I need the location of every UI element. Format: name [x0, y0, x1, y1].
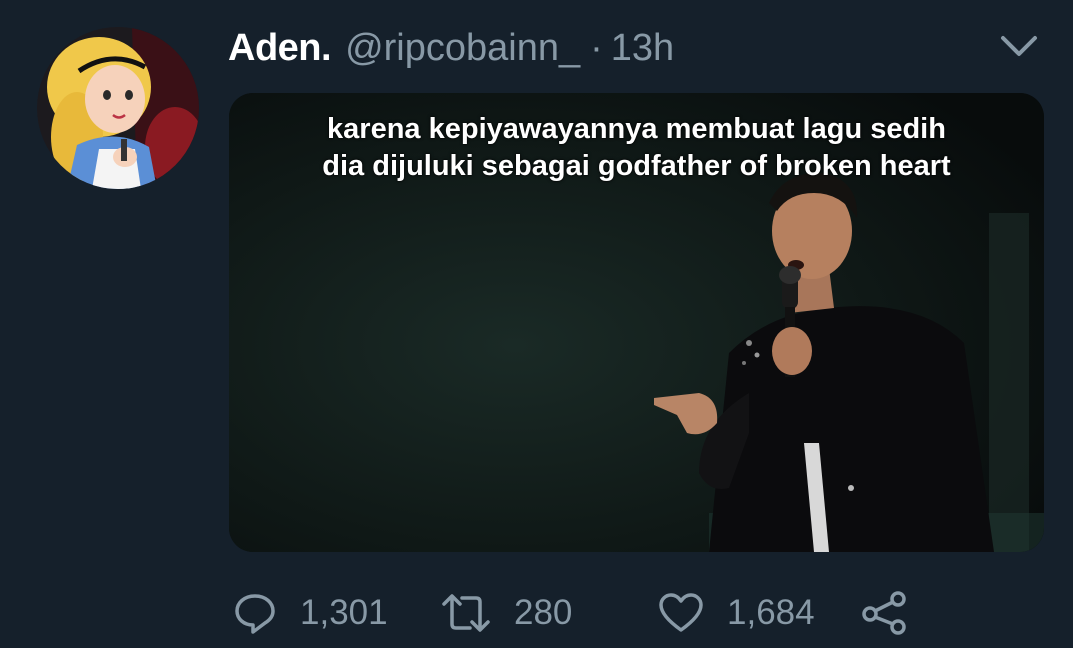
caption-line-2: dia dijuluki sebagai godfather of broken… [322, 150, 951, 182]
like-button[interactable]: 1,684 [657, 585, 815, 641]
separator-dot: · [590, 26, 603, 69]
timestamp[interactable]: 13h [611, 27, 674, 70]
retweet-icon [440, 590, 492, 636]
media-caption: karena kepiyawayannya membuat lagu sedih… [229, 111, 1044, 185]
share-button[interactable] [860, 585, 910, 641]
reply-button[interactable]: 1,301 [232, 585, 388, 641]
reply-count: 1,301 [300, 593, 388, 632]
retweet-button[interactable]: 280 [440, 585, 572, 641]
avatar-image [37, 27, 199, 189]
tweet-header: Aden. @ripcobainn_ · 13h [228, 24, 674, 72]
retweet-count: 280 [514, 593, 573, 632]
heart-icon [657, 590, 705, 636]
tweet-actions: 1,301 280 1,684 [232, 585, 932, 641]
reply-icon [232, 590, 278, 636]
more-options-button[interactable] [996, 28, 1042, 64]
tweet-card[interactable]: Aden. @ripcobainn_ · 13h karena kepiyawa… [0, 0, 1073, 648]
caption-line-1: karena kepiyawayannya membuat lagu sedih [327, 113, 946, 145]
share-icon [860, 590, 910, 636]
chevron-down-icon [1001, 36, 1037, 56]
tweet-media[interactable]: karena kepiyawayannya membuat lagu sedih… [229, 93, 1044, 552]
user-handle[interactable]: @ripcobainn_ [345, 27, 580, 70]
avatar[interactable] [37, 27, 199, 189]
display-name[interactable]: Aden. [228, 27, 332, 70]
like-count: 1,684 [727, 593, 815, 632]
